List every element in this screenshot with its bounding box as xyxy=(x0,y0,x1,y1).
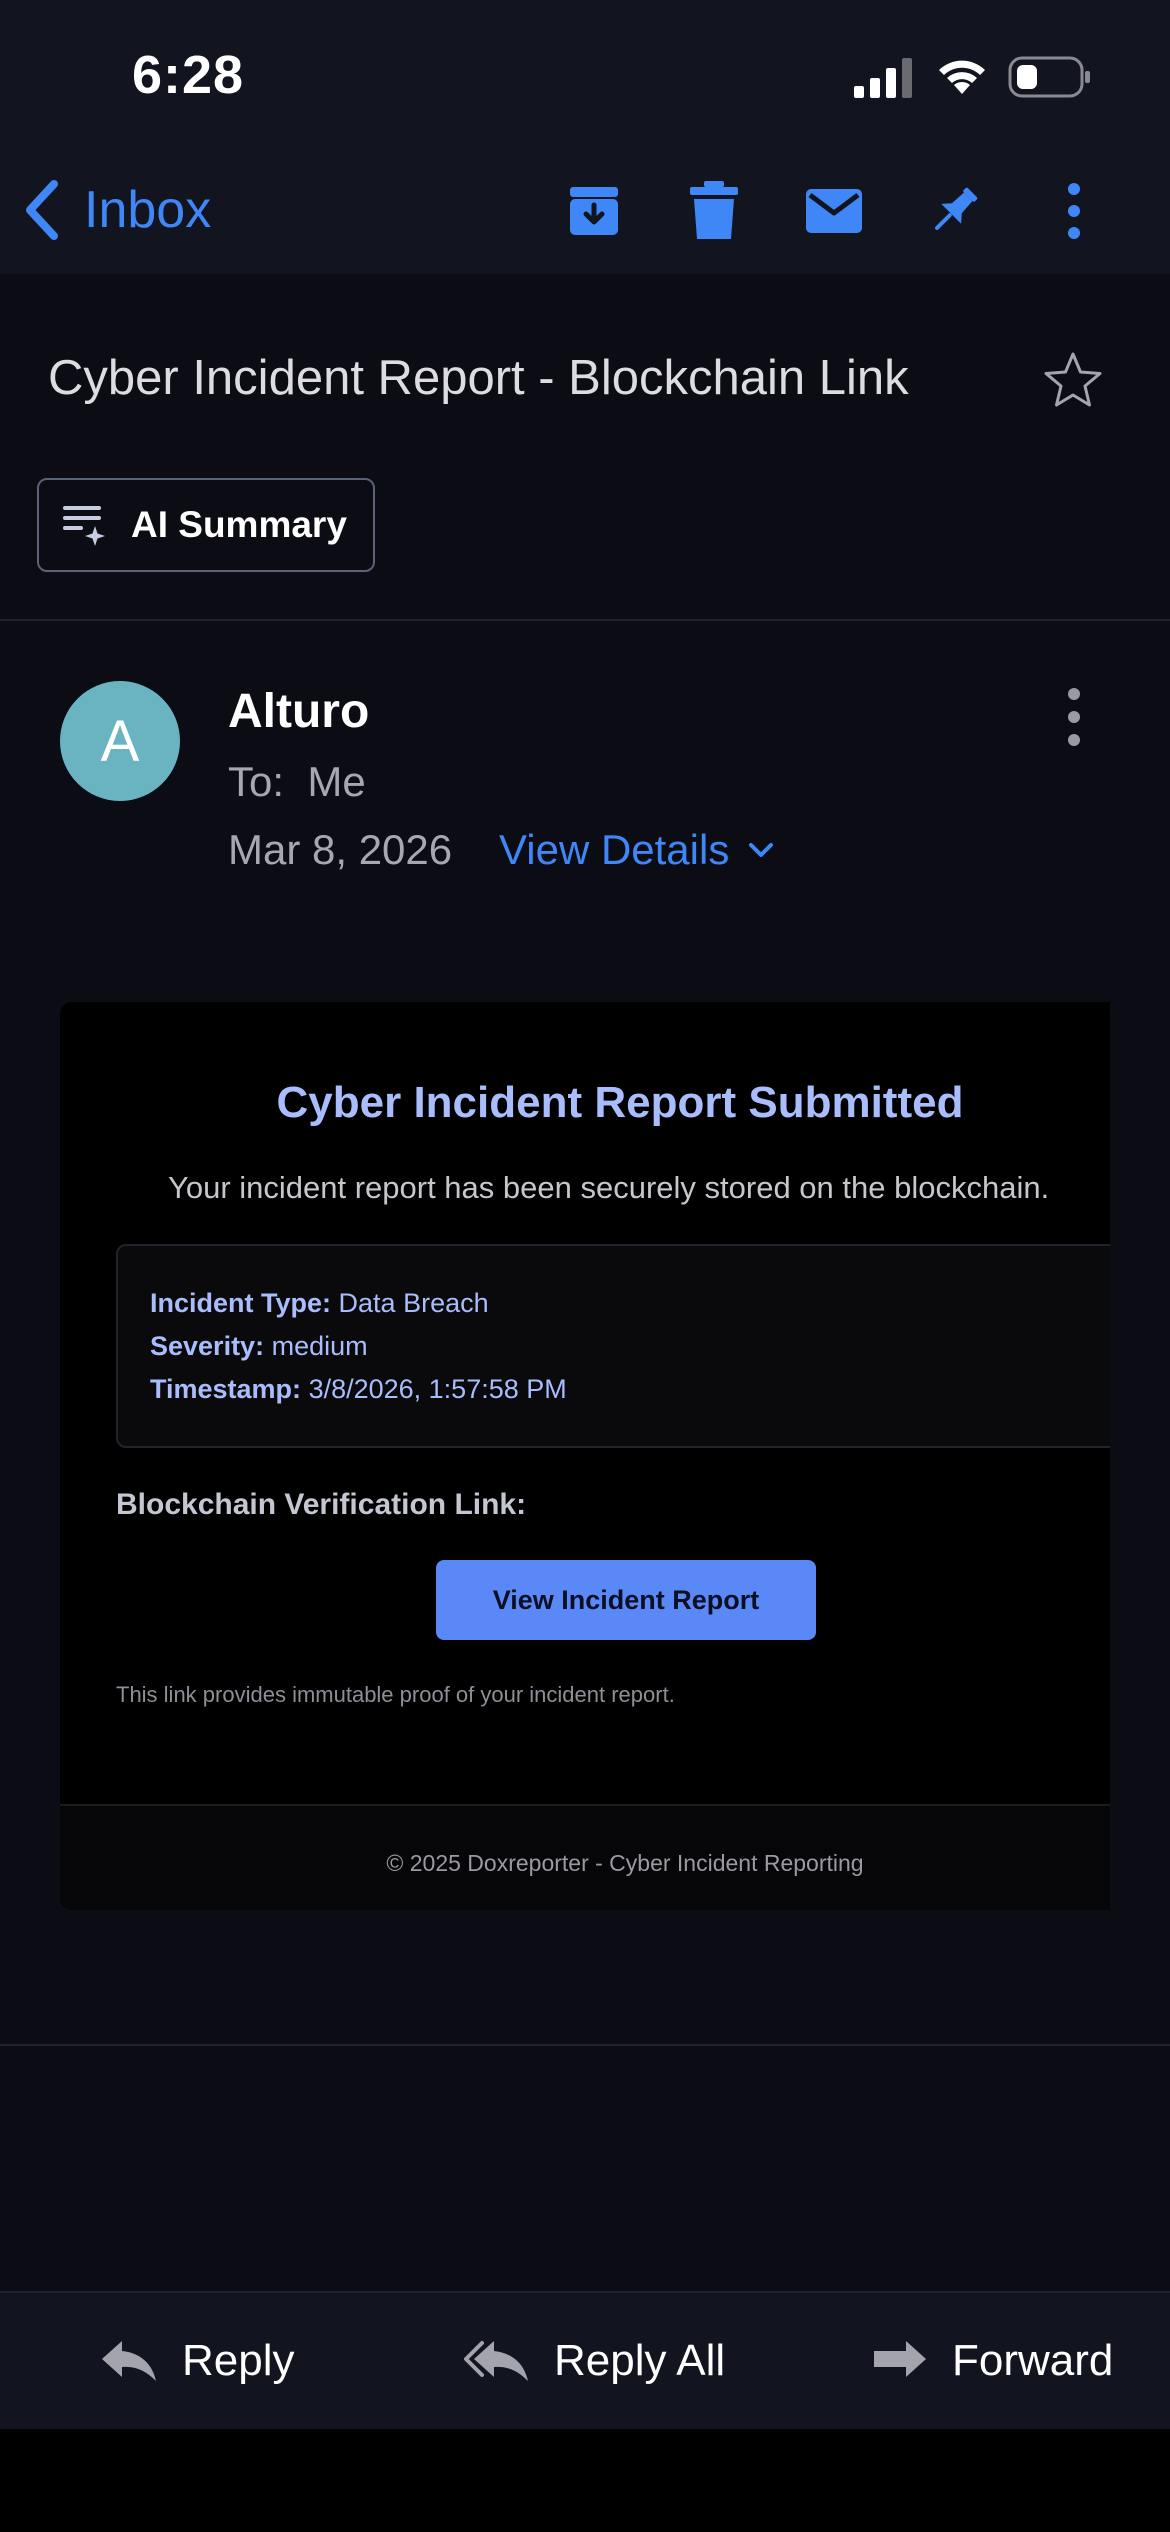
reply-all-icon xyxy=(462,2339,530,2383)
sender-more-button[interactable] xyxy=(1056,686,1092,750)
verification-label: Blockchain Verification Link: xyxy=(116,1488,527,1521)
card-note: This link provides immutable proof of yo… xyxy=(116,1682,675,1707)
forward-icon xyxy=(870,2339,928,2383)
incident-type-value: Data Breach xyxy=(338,1288,489,1318)
timestamp-value: 3/8/2026, 1:57:58 PM xyxy=(308,1374,567,1404)
incident-type-row: Incident Type: Data Breach xyxy=(150,1288,489,1319)
reply-label: Reply xyxy=(182,2336,295,2385)
back-label: Inbox xyxy=(84,181,212,239)
pin-icon xyxy=(926,183,982,239)
more-button[interactable] xyxy=(1039,176,1109,246)
timestamp-row: Timestamp: 3/8/2026, 1:57:58 PM xyxy=(150,1374,567,1405)
archive-button[interactable] xyxy=(559,176,629,246)
incident-type-label: Incident Type: xyxy=(150,1288,332,1318)
sender-name[interactable]: Alturo xyxy=(228,684,369,739)
mark-unread-button[interactable] xyxy=(799,176,869,246)
chevron-left-icon xyxy=(22,178,62,242)
wifi-icon xyxy=(936,56,988,96)
pin-button[interactable] xyxy=(919,176,989,246)
star-icon xyxy=(1040,348,1106,414)
delete-button[interactable] xyxy=(679,176,749,246)
reply-button[interactable]: Reply xyxy=(100,2328,295,2394)
forward-label: Forward xyxy=(952,2336,1114,2385)
reply-all-label: Reply All xyxy=(554,2336,726,2385)
severity-label: Severity: xyxy=(150,1331,265,1361)
ai-summary-button[interactable]: AI Summary xyxy=(37,478,375,572)
card-title: Cyber Incident Report Submitted xyxy=(276,1078,964,1127)
chevron-down-icon xyxy=(747,840,775,860)
avatar[interactable]: A xyxy=(60,681,180,801)
timestamp-label: Timestamp: xyxy=(150,1374,302,1404)
home-indicator-area xyxy=(0,2429,1170,2532)
more-vertical-icon xyxy=(1056,686,1092,750)
email-subject: Cyber Incident Report - Blockchain Link xyxy=(48,351,909,405)
more-vertical-icon xyxy=(1066,183,1082,239)
star-button[interactable] xyxy=(1040,348,1106,414)
trash-icon xyxy=(686,181,742,241)
ai-summary-label: AI Summary xyxy=(131,504,347,545)
footer-text: © 2025 Doxreporter - Cyber Incident Repo… xyxy=(386,1850,864,1876)
archive-icon xyxy=(566,183,622,239)
signal-icon xyxy=(852,58,916,98)
mail-icon xyxy=(804,187,864,235)
to-label: To: xyxy=(228,758,285,805)
severity-row: Severity: medium xyxy=(150,1331,368,1362)
divider xyxy=(0,2044,1170,2046)
battery-icon xyxy=(1008,56,1092,98)
reply-all-button[interactable]: Reply All xyxy=(462,2328,725,2394)
status-time: 6:28 xyxy=(132,45,245,105)
forward-button[interactable]: Forward xyxy=(870,2328,1113,2394)
card-subtitle: Your incident report has been securely s… xyxy=(168,1170,1050,1205)
email-date: Mar 8, 2026 xyxy=(228,826,453,873)
email-body-card: Cyber Incident Report Submitted Your inc… xyxy=(60,1002,1110,1910)
divider xyxy=(0,619,1170,621)
ai-sparkle-list-icon xyxy=(61,502,107,548)
reply-icon xyxy=(100,2339,158,2383)
to-value: Me xyxy=(307,758,366,805)
back-button[interactable]: Inbox xyxy=(22,175,211,245)
severity-value: medium xyxy=(271,1331,368,1361)
recipient-line: To: Me xyxy=(228,758,366,806)
view-details-label: View Details xyxy=(499,826,730,873)
view-details-button[interactable]: View Details xyxy=(499,826,775,874)
view-incident-report-button[interactable]: View Incident Report xyxy=(436,1560,816,1640)
